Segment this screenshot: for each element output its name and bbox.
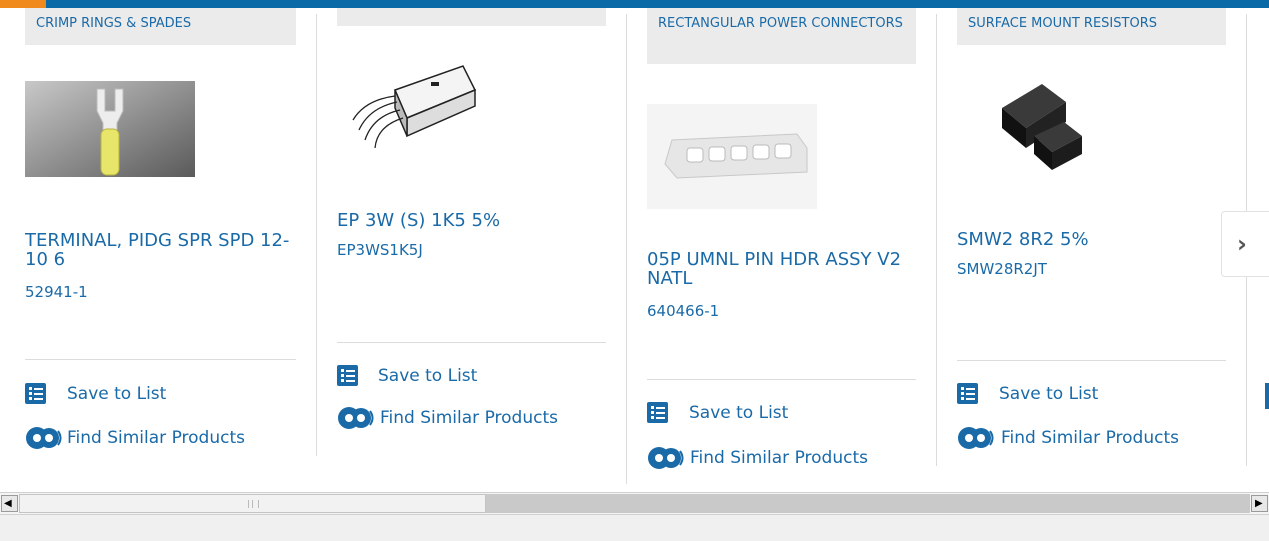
category-link[interactable]: [337, 8, 606, 26]
category-link[interactable]: SURFACE MOUNT RESISTORS: [957, 8, 1226, 45]
connector-image: [647, 104, 817, 209]
scrollbar-thumb[interactable]: [19, 494, 486, 513]
chevron-right-icon: ›: [1237, 230, 1247, 258]
card-divider: [316, 14, 317, 456]
save-to-list-link[interactable]: Save to List: [67, 384, 166, 404]
product-name-link[interactable]: EP 3W (S) 1K5 5%: [337, 211, 597, 230]
arrow-right-icon: ▶: [1255, 498, 1263, 509]
active-indicator: [0, 0, 46, 8]
save-to-list-link[interactable]: Save to List: [689, 403, 788, 423]
spade-terminal-image: [25, 81, 195, 177]
product-image[interactable]: [647, 104, 817, 209]
find-similar-link[interactable]: Find Similar Products: [1001, 428, 1179, 448]
product-name-link[interactable]: 05P UMNL PIN HDR ASSY V2 NATL: [647, 250, 912, 288]
carousel-next-button[interactable]: ›: [1221, 211, 1269, 277]
product-image[interactable]: [25, 81, 195, 177]
next-card-partial-icon: [1265, 383, 1269, 409]
card-separator: [337, 342, 606, 343]
find-similar-icon[interactable]: [957, 426, 995, 450]
save-to-list-icon[interactable]: [337, 365, 358, 386]
find-similar-link[interactable]: Find Similar Products: [67, 428, 245, 448]
resistor-drawing-image: [352, 65, 477, 149]
product-image[interactable]: [345, 60, 480, 155]
part-number-link[interactable]: 52941-1: [25, 283, 88, 301]
card-separator: [647, 379, 916, 380]
part-number-link[interactable]: SMW28R2JT: [957, 260, 1047, 278]
card-separator: [25, 359, 296, 360]
page-bottom-area: [0, 515, 1269, 541]
find-similar-icon[interactable]: [647, 446, 685, 470]
save-to-list-link[interactable]: Save to List: [999, 384, 1098, 404]
category-link[interactable]: CRIMP RINGS & SPADES: [25, 8, 296, 45]
product-name-link[interactable]: TERMINAL, PIDG SPR SPD 12-10 6: [25, 231, 300, 269]
card-separator: [957, 360, 1226, 361]
product-image[interactable]: [990, 78, 1090, 178]
horizontal-scrollbar[interactable]: ◀ ▶: [0, 492, 1269, 515]
card-divider: [936, 14, 937, 466]
grip-icon: [248, 500, 259, 508]
top-accent-bar: [0, 0, 1269, 8]
card-divider: [626, 14, 627, 484]
smd-resistor-image: [1002, 84, 1082, 170]
find-similar-icon[interactable]: [25, 426, 63, 450]
scroll-left-button[interactable]: ◀: [1, 495, 18, 512]
scroll-right-button[interactable]: ▶: [1251, 495, 1268, 512]
part-number-link[interactable]: EP3WS1K5J: [337, 241, 423, 259]
arrow-left-icon: ◀: [4, 498, 12, 509]
save-to-list-icon[interactable]: [957, 383, 978, 404]
product-name-link[interactable]: SMW2 8R2 5%: [957, 230, 1217, 249]
find-similar-link[interactable]: Find Similar Products: [380, 408, 558, 428]
save-to-list-link[interactable]: Save to List: [378, 366, 477, 386]
save-to-list-icon[interactable]: [25, 383, 46, 404]
save-to-list-icon[interactable]: [647, 402, 668, 423]
part-number-link[interactable]: 640466-1: [647, 302, 719, 320]
find-similar-link[interactable]: Find Similar Products: [690, 448, 868, 468]
category-link[interactable]: RECTANGULAR POWER CONNECTORS: [647, 8, 916, 64]
scrollbar-track[interactable]: [486, 494, 1250, 513]
find-similar-icon[interactable]: [337, 406, 375, 430]
